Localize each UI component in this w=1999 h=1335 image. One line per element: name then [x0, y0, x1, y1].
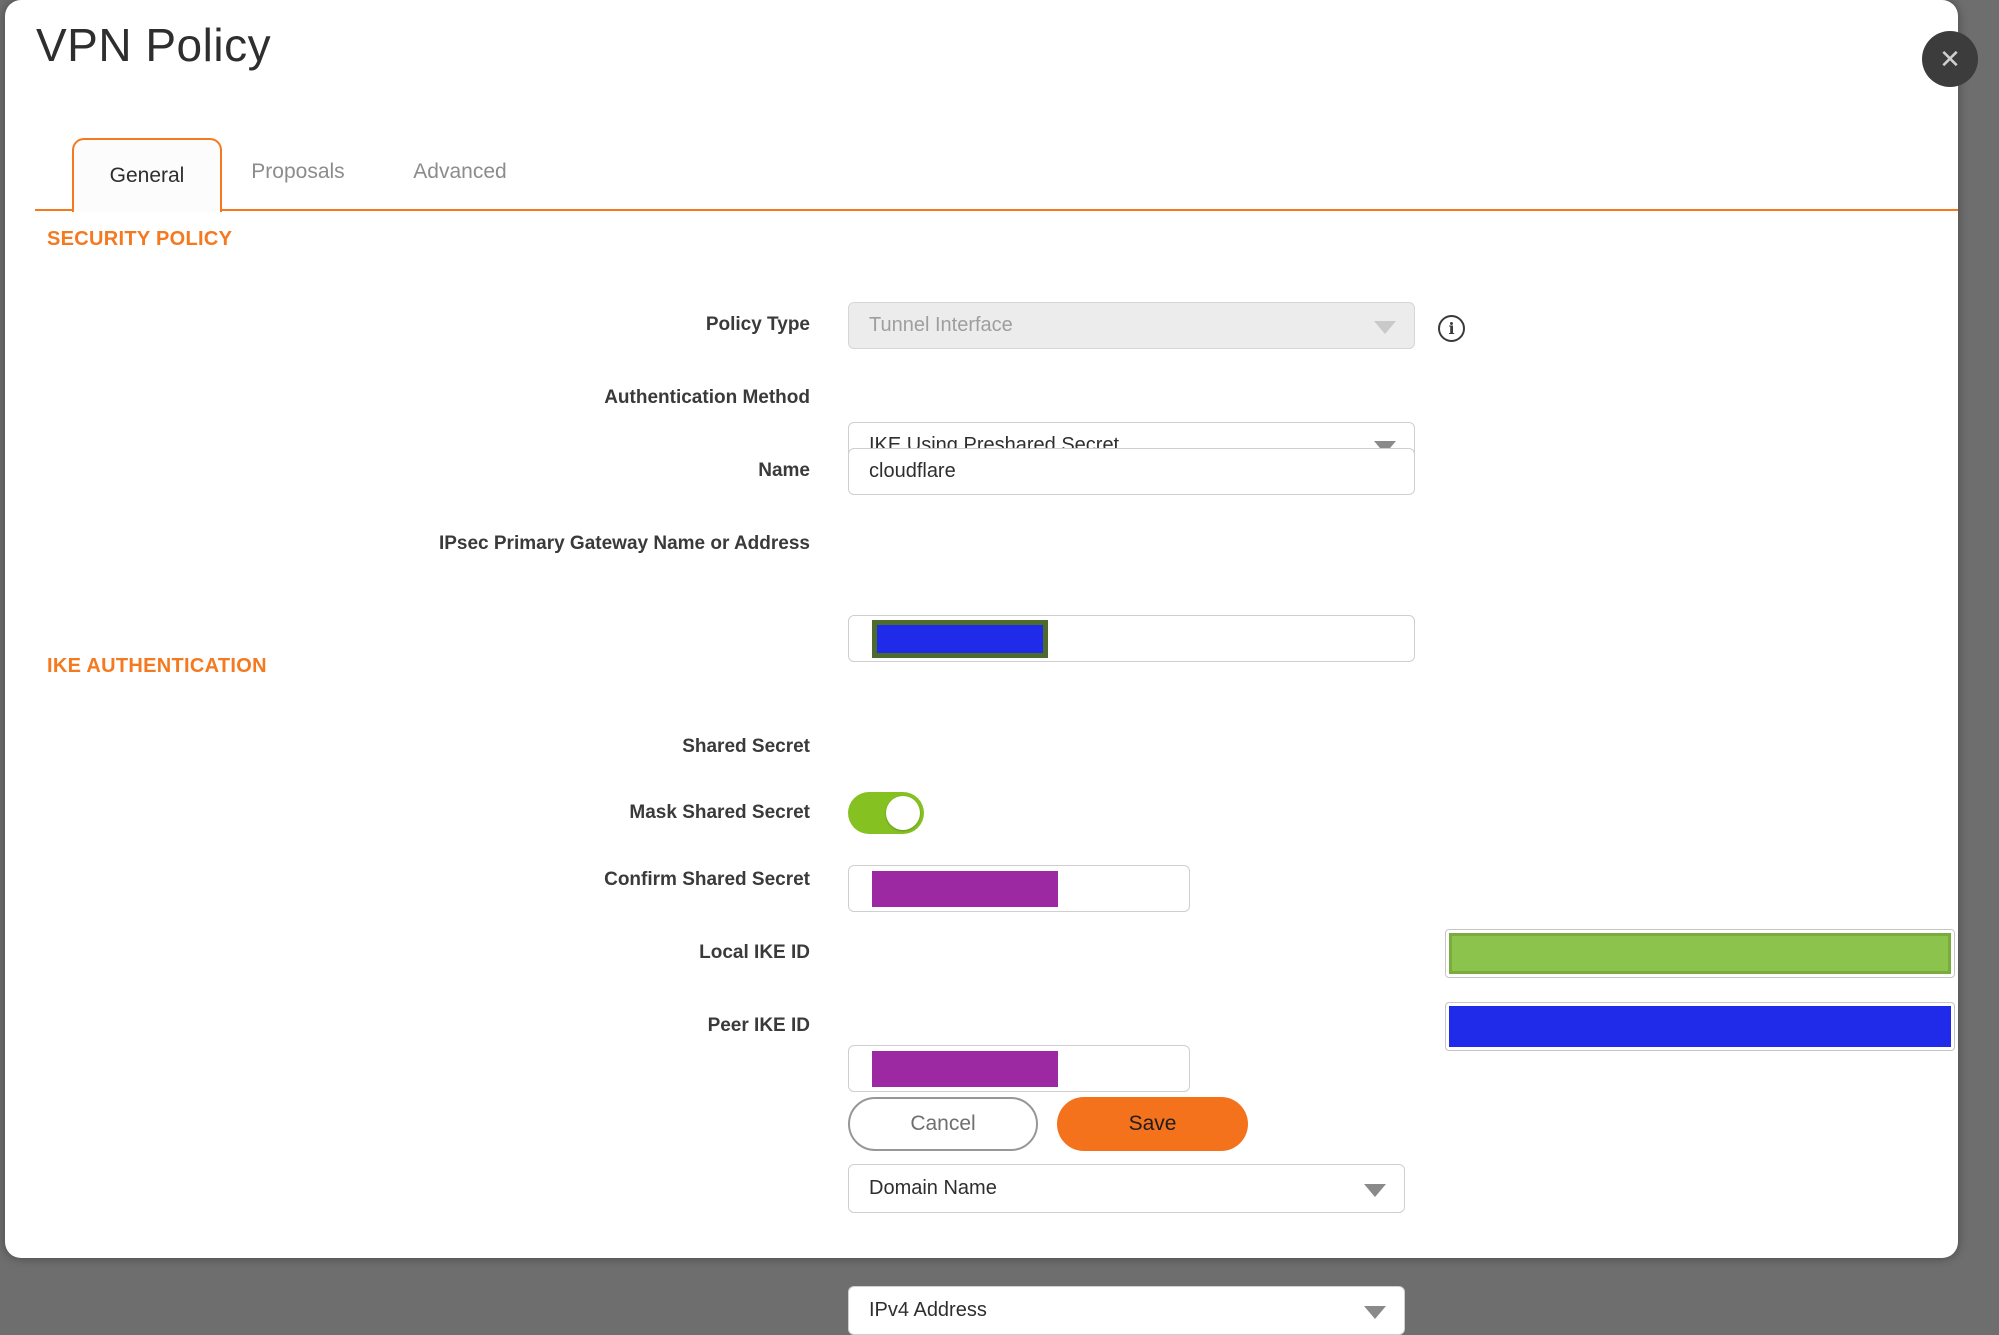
- redacted-confirm-shared-secret: [872, 1051, 1058, 1087]
- redacted-gateway-value: [872, 620, 1048, 658]
- chevron-down-icon: [1364, 1183, 1386, 1197]
- save-button[interactable]: Save: [1057, 1097, 1248, 1151]
- tab-underline: [35, 209, 1958, 211]
- close-icon: ✕: [1939, 44, 1961, 74]
- vpn-policy-dialog: VPN Policy General Proposals Advanced SE…: [5, 0, 1958, 1335]
- local-ike-id-label: Local IKE ID: [699, 942, 810, 963]
- tab-general[interactable]: General: [72, 138, 222, 212]
- peer-ike-id-value-input[interactable]: [1445, 1002, 1955, 1051]
- authentication-method-label: Authentication Method: [604, 387, 810, 408]
- shared-secret-input[interactable]: [848, 865, 1190, 912]
- policy-type-value: Tunnel Interface: [869, 314, 1013, 336]
- security-policy-heading: SECURITY POLICY: [47, 228, 233, 250]
- redacted-peer-ike-id: [1449, 1006, 1951, 1047]
- peer-ike-id-type: IPv4 Address: [869, 1299, 987, 1321]
- peer-ike-id-label: Peer IKE ID: [707, 1015, 810, 1036]
- mask-shared-secret-label: Mask Shared Secret: [629, 802, 810, 823]
- info-icon[interactable]: i: [1438, 315, 1465, 342]
- chevron-down-icon: [1374, 320, 1396, 334]
- tab-general-label: General: [109, 164, 185, 187]
- mask-shared-secret-toggle[interactable]: [848, 792, 924, 834]
- cancel-button[interactable]: Cancel: [848, 1097, 1038, 1151]
- toggle-knob: [886, 796, 920, 830]
- ike-authentication-heading: IKE AUTHENTICATION: [47, 655, 267, 677]
- close-button[interactable]: ✕: [1922, 31, 1978, 87]
- redacted-local-ike-id: [1449, 933, 1951, 974]
- name-input[interactable]: [848, 448, 1415, 495]
- confirm-shared-secret-input[interactable]: [848, 1045, 1190, 1092]
- ipsec-gateway-input[interactable]: [848, 615, 1415, 662]
- ipsec-gateway-label: IPsec Primary Gateway Name or Address: [438, 533, 810, 554]
- local-ike-id-type: Domain Name: [869, 1177, 997, 1199]
- name-label: Name: [758, 460, 810, 481]
- page-title: VPN Policy: [36, 19, 272, 71]
- redacted-shared-secret: [872, 871, 1058, 907]
- peer-ike-id-select[interactable]: IPv4 Address: [848, 1286, 1405, 1335]
- chevron-down-icon: [1364, 1305, 1386, 1319]
- local-ike-id-select[interactable]: Domain Name: [848, 1164, 1405, 1213]
- policy-type-select: Tunnel Interface: [848, 302, 1415, 349]
- policy-type-label: Policy Type: [705, 314, 810, 335]
- local-ike-id-value-input[interactable]: [1445, 929, 1955, 978]
- confirm-shared-secret-label: Confirm Shared Secret: [604, 869, 810, 890]
- tab-proposals[interactable]: Proposals: [243, 160, 353, 184]
- tab-advanced[interactable]: Advanced: [410, 160, 510, 184]
- shared-secret-label: Shared Secret: [682, 736, 810, 757]
